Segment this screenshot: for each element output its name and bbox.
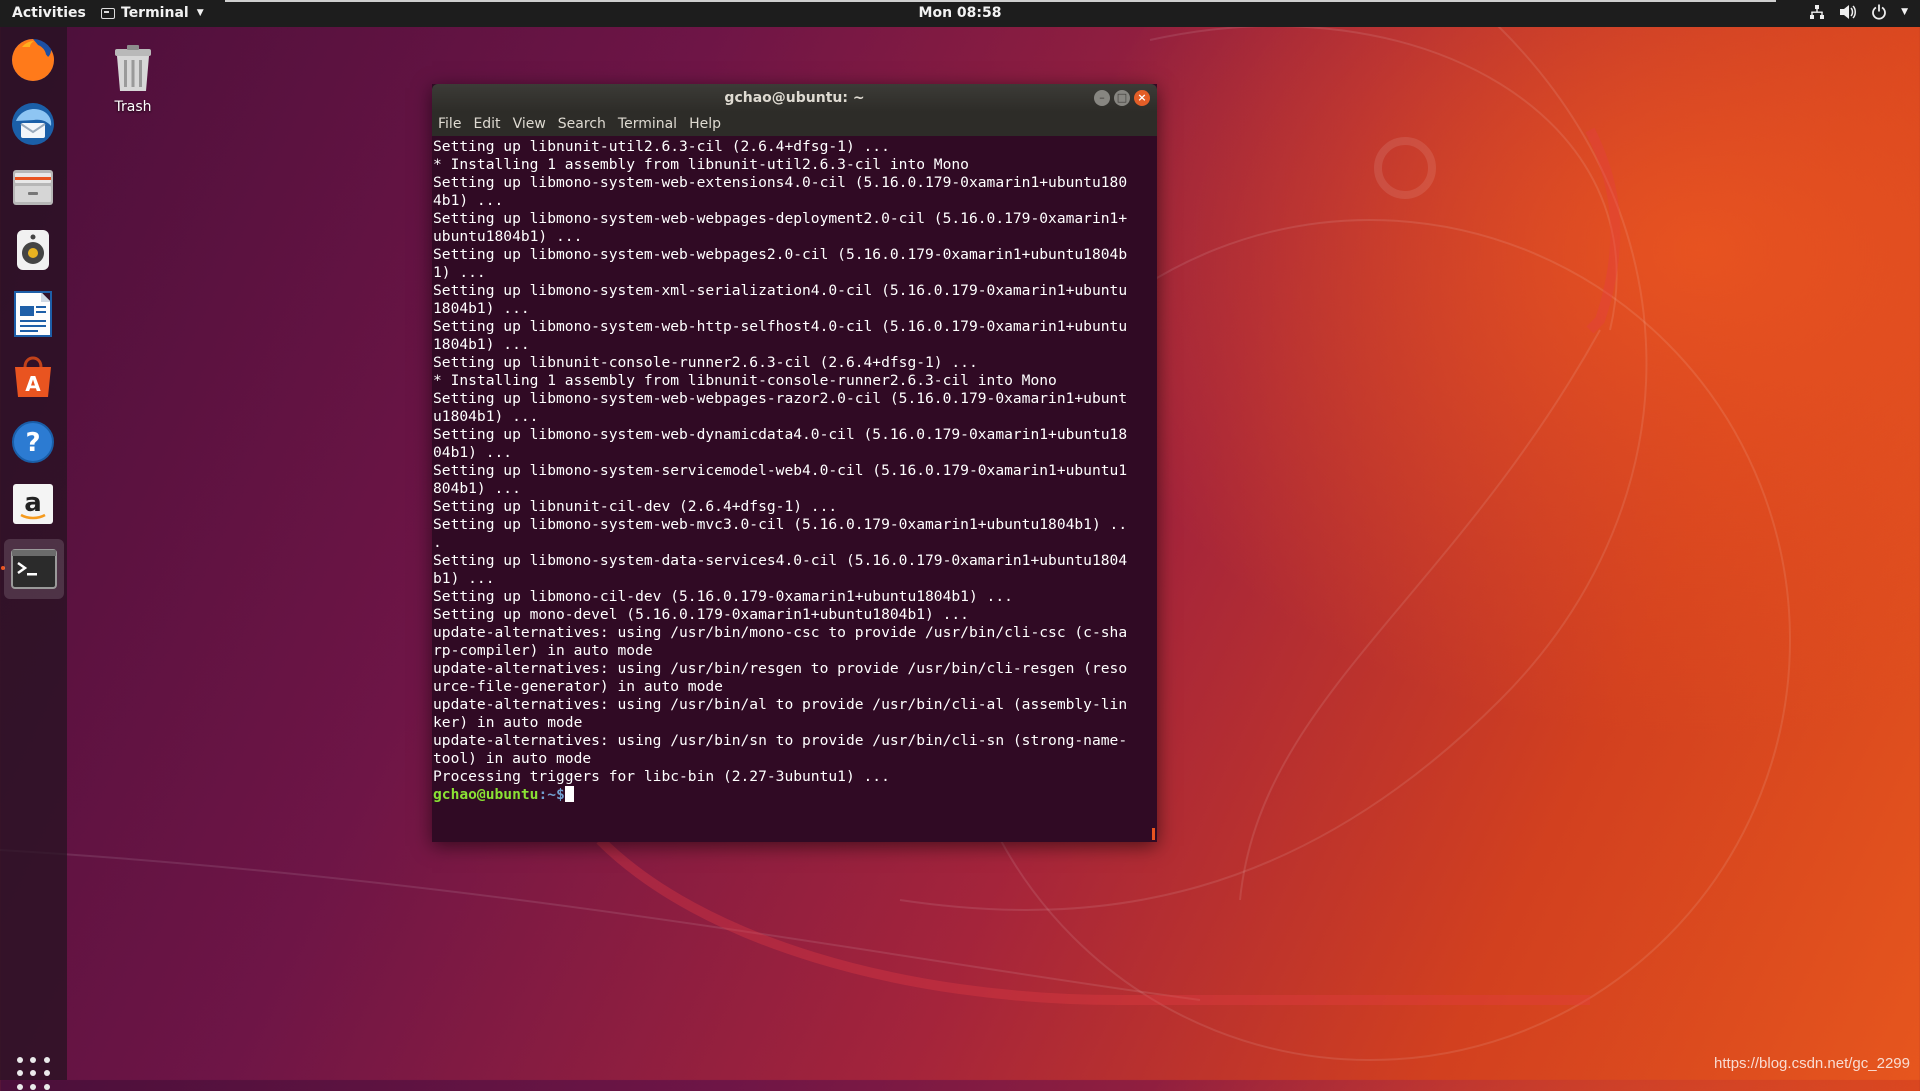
dock-item-help[interactable]: ?: [8, 417, 58, 467]
output-line: Setting up libmono-system-web-extensions…: [433, 174, 1128, 191]
output-line: Setting up libmono-system-web-webpages2.…: [433, 246, 1128, 263]
svg-text:A: A: [25, 372, 41, 396]
dock-item-writer[interactable]: [8, 289, 58, 339]
output-line: ubuntu1804b1) ...: [433, 228, 583, 245]
menu-file[interactable]: File: [438, 116, 461, 132]
text-cursor: [564, 786, 574, 802]
output-line: Setting up mono-devel (5.16.0.179-0xamar…: [433, 606, 969, 623]
dock-item-terminal[interactable]: [4, 539, 64, 599]
desktop-trash[interactable]: Trash: [103, 45, 163, 115]
menu-bar: File Edit View Search Terminal Help: [432, 112, 1157, 136]
ubuntu-software-icon: A: [15, 356, 51, 397]
power-icon[interactable]: [1871, 4, 1887, 20]
top-progress-line: [225, 0, 1776, 2]
menu-help[interactable]: Help: [689, 116, 721, 132]
output-line: Setting up libnunit-cil-dev (2.6.4+dfsg-…: [433, 498, 838, 515]
svg-text:?: ?: [25, 428, 40, 458]
output-line: Setting up libmono-system-web-webpages-r…: [433, 390, 1128, 407]
network-icon[interactable]: [1809, 4, 1825, 20]
rhythmbox-icon: [17, 230, 49, 270]
app-menu[interactable]: Terminal ▼: [101, 5, 204, 21]
output-line: update-alternatives: using /usr/bin/resg…: [433, 660, 1128, 677]
menu-view[interactable]: View: [513, 116, 546, 132]
dock-item-firefox[interactable]: [8, 35, 58, 85]
app-menu-label: Terminal: [121, 5, 189, 21]
output-line: Setting up libmono-system-web-dynamicdat…: [433, 426, 1128, 443]
menu-edit[interactable]: Edit: [473, 116, 500, 132]
output-line: Setting up libmono-system-servicemodel-w…: [433, 462, 1128, 479]
volume-icon[interactable]: [1839, 4, 1857, 20]
firefox-icon: [12, 39, 54, 81]
prompt-user: gchao@ubuntu: [433, 786, 539, 803]
output-line: update-alternatives: using /usr/bin/sn t…: [433, 732, 1128, 749]
dock: A ? a: [0, 27, 67, 1090]
output-line: b1) ...: [433, 570, 495, 587]
window-titlebar[interactable]: gchao@ubuntu: ~ – □ ×: [432, 84, 1157, 112]
files-icon: [13, 170, 53, 205]
output-line: Setting up libmono-system-xml-serializat…: [433, 282, 1128, 299]
dock-item-thunderbird[interactable]: [8, 99, 58, 149]
output-line: * Installing 1 assembly from libnunit-co…: [433, 372, 1057, 389]
output-line: 1) ...: [433, 264, 486, 281]
output-line: rp-compiler) in auto mode: [433, 642, 653, 659]
output-line: u1804b1) ...: [433, 408, 539, 425]
clock[interactable]: Mon 08:58: [919, 5, 1002, 21]
output-line: Setting up libnunit-util2.6.3-cil (2.6.4…: [433, 138, 890, 155]
dock-item-rhythmbox[interactable]: [8, 225, 58, 275]
amazon-icon: a: [13, 484, 53, 524]
help-icon: ?: [12, 421, 54, 463]
terminal-output[interactable]: Setting up libnunit-util2.6.3-cil (2.6.4…: [432, 138, 1151, 842]
output-line: * Installing 1 assembly from libnunit-ut…: [433, 156, 969, 173]
output-line: Setting up libmono-system-data-services4…: [433, 552, 1128, 569]
prompt-path: :~$: [538, 786, 565, 803]
close-icon[interactable]: ×: [1134, 90, 1150, 106]
scrollbar[interactable]: [1152, 828, 1155, 840]
output-line: ker) in auto mode: [433, 714, 583, 731]
prompt-line[interactable]: gchao@ubuntu:~$: [433, 786, 1151, 804]
top-bar: Activities Terminal ▼ Mon 08:58 ▼: [0, 0, 1920, 27]
output-line: 1804b1) ...: [433, 300, 530, 317]
activities-button[interactable]: Activities: [12, 5, 86, 21]
output-line: 804b1) ...: [433, 480, 521, 497]
watermark: https://blog.csdn.net/gc_2299: [1714, 1055, 1910, 1072]
output-line: 1804b1) ...: [433, 336, 530, 353]
output-line: Setting up libmono-cil-dev (5.16.0.179-0…: [433, 588, 1013, 605]
terminal-icon: [11, 549, 57, 589]
trash-icon: [115, 45, 151, 91]
menu-terminal[interactable]: Terminal: [618, 116, 677, 132]
system-tray[interactable]: ▼: [1809, 4, 1908, 20]
output-line: Setting up libmono-system-web-webpages-d…: [433, 210, 1128, 227]
output-line: urce-file-generator) in auto mode: [433, 678, 723, 695]
minimize-icon[interactable]: –: [1094, 90, 1110, 106]
output-line: Setting up libmono-system-web-http-selfh…: [433, 318, 1128, 335]
terminal-small-icon: [101, 7, 115, 19]
menu-search[interactable]: Search: [558, 116, 606, 132]
output-line: tool) in auto mode: [433, 750, 592, 767]
thunderbird-icon: [12, 103, 54, 145]
output-line: .: [433, 534, 442, 551]
chevron-down-icon: ▼: [196, 8, 204, 18]
maximize-icon[interactable]: □: [1114, 90, 1130, 106]
output-line: Setting up libnunit-console-runner2.6.3-…: [433, 354, 978, 371]
output-line: Setting up libmono-system-web-mvc3.0-cil…: [433, 516, 1128, 533]
output-line: update-alternatives: using /usr/bin/mono…: [433, 624, 1128, 641]
dock-item-ubuntu-software[interactable]: A: [8, 352, 58, 402]
libreoffice-writer-icon: [14, 291, 52, 337]
chevron-down-icon[interactable]: ▼: [1901, 7, 1908, 17]
window-title: gchao@ubuntu: ~: [724, 90, 865, 106]
output-line: update-alternatives: using /usr/bin/al t…: [433, 696, 1128, 713]
trash-label: Trash: [114, 99, 152, 115]
terminal-window[interactable]: gchao@ubuntu: ~ – □ × File Edit View Sea…: [432, 84, 1157, 842]
output-line: Processing triggers for libc-bin (2.27-3…: [433, 768, 890, 785]
dock-item-amazon[interactable]: a: [8, 479, 58, 529]
output-line: 04b1) ...: [433, 444, 513, 461]
svg-text:a: a: [24, 488, 42, 518]
dock-item-files[interactable]: [8, 162, 58, 212]
output-line: 4b1) ...: [433, 192, 504, 209]
app-grid-icon[interactable]: [17, 1057, 51, 1091]
